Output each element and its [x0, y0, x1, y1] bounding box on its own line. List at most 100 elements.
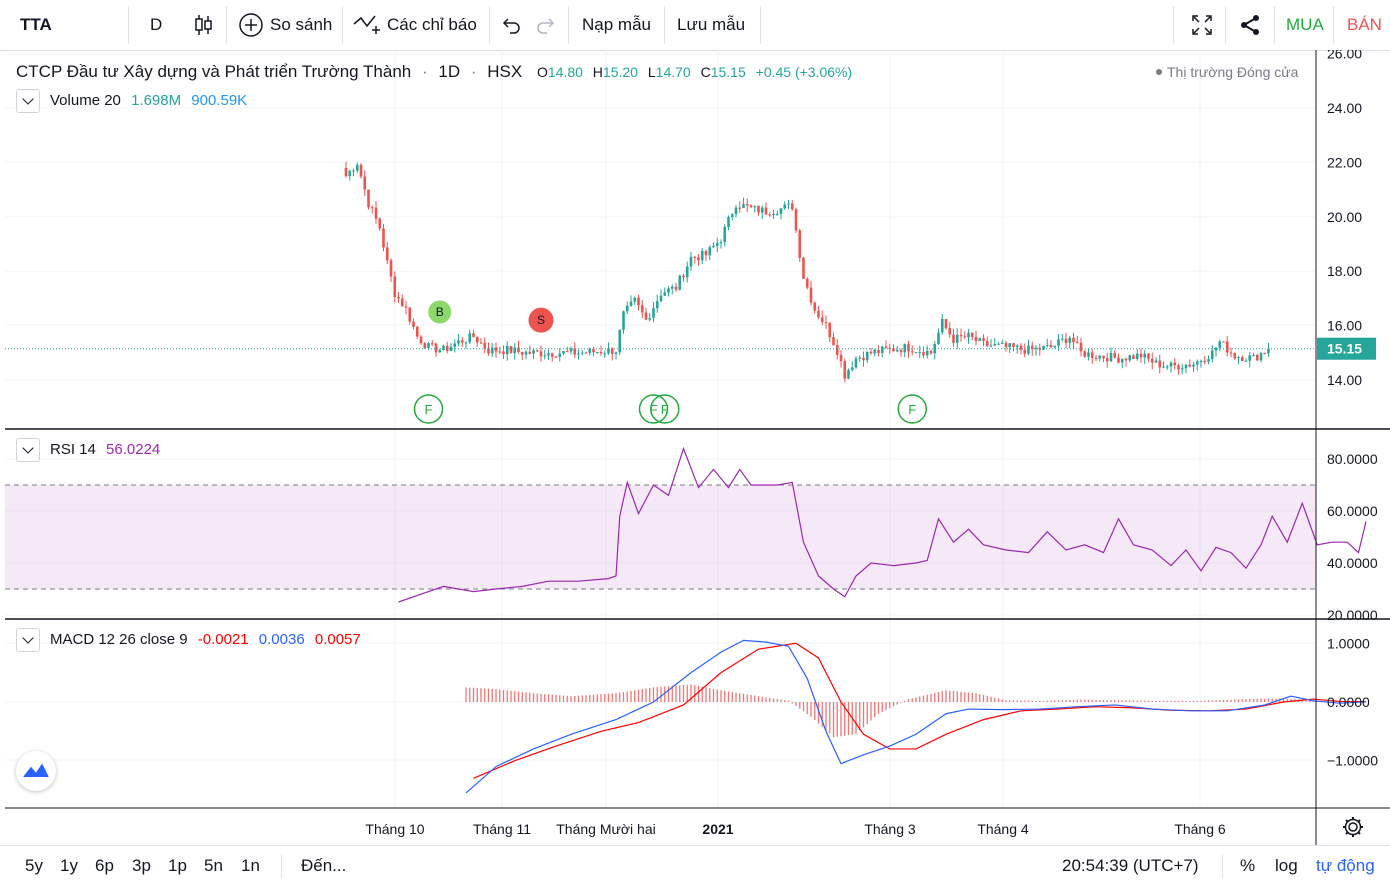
toolbar-divider: [664, 6, 665, 44]
candle-body: [592, 348, 595, 353]
candle-body: [978, 338, 982, 341]
candle-body: [1128, 355, 1132, 361]
buy-button[interactable]: MUA: [1286, 0, 1324, 50]
low-label: L: [647, 64, 656, 80]
sell-button[interactable]: BÁN: [1347, 0, 1382, 50]
main-legend: CTCP Đầu tư Xây dựng và Phát triển Trườn…: [16, 62, 853, 81]
marker-f-label: F: [908, 402, 916, 417]
candle-body: [839, 354, 843, 362]
candle-body: [397, 296, 400, 299]
settings-button[interactable]: [1340, 814, 1366, 845]
tradingview-logo-button[interactable]: [16, 751, 56, 791]
interval-button[interactable]: D: [150, 0, 162, 50]
load-template-button[interactable]: Nạp mẫu: [582, 0, 651, 50]
range-1d[interactable]: 1n: [241, 846, 260, 886]
candle-body: [1244, 360, 1248, 362]
candle-body: [967, 332, 970, 338]
candle-body: [880, 346, 884, 353]
candle-body: [907, 344, 910, 352]
range-1m[interactable]: 1p: [168, 846, 187, 886]
candle-body: [415, 326, 419, 337]
candle-body: [367, 189, 370, 208]
status-dot-icon: [1156, 69, 1162, 75]
percent-toggle[interactable]: %: [1240, 846, 1255, 886]
price-tick-label: 20.00: [1327, 209, 1362, 225]
candle-body: [700, 250, 704, 261]
market-status: Thị trường Đóng cửa: [1156, 64, 1298, 80]
marker-b-label: B: [436, 305, 444, 319]
candle-body: [1248, 355, 1252, 361]
candle-body: [697, 257, 700, 261]
candle-body: [1267, 348, 1270, 354]
macd-collapse-button[interactable]: [16, 628, 40, 652]
candle-body: [1150, 358, 1154, 363]
chart-area[interactable]: BSF F F F 26.0024.0022.0020.0018.0016.0014.…: [0, 50, 1390, 845]
compare-button[interactable]: So sánh: [238, 0, 332, 50]
goto-date-button[interactable]: Đến...: [301, 846, 346, 886]
candle-body: [1094, 357, 1098, 359]
candle-body: [1124, 358, 1128, 361]
candle-body: [1169, 362, 1173, 367]
timeframe-label: 1D: [438, 62, 461, 81]
candle-body: [408, 307, 412, 322]
candle-body: [550, 353, 554, 357]
low-value: 14.70: [655, 64, 691, 80]
range-1y[interactable]: 1y: [60, 846, 78, 886]
candle-body: [539, 351, 543, 357]
candle-body: [674, 286, 678, 290]
redo-button[interactable]: [535, 0, 557, 50]
volume-name: Volume 20: [50, 92, 121, 109]
toolbar-divider: [1225, 6, 1226, 44]
candle-body: [1259, 353, 1263, 361]
candle-body: [1060, 338, 1064, 340]
symbol-search[interactable]: TTA: [20, 0, 52, 50]
price-tick-label: 22.00: [1327, 154, 1362, 170]
candle-body: [708, 247, 712, 256]
candle-body: [1135, 353, 1139, 359]
candle-body: [603, 353, 607, 355]
auto-scale-toggle[interactable]: tự động: [1316, 846, 1375, 886]
candle-body: [423, 343, 427, 349]
macd-name: MACD 12 26 close 9: [50, 631, 188, 648]
candle-body: [955, 334, 959, 343]
chart-type-button[interactable]: [193, 0, 213, 50]
time-tick-label: Tháng 10: [365, 821, 424, 837]
change-value: +0.45 (+3.06%): [755, 64, 853, 80]
candle-body: [1188, 364, 1192, 367]
toolbar-divider: [128, 6, 129, 44]
candle-body: [472, 333, 475, 337]
top-toolbar: TTA D So sánh Các chỉ báo Nạp mẫu Lưu mẫ…: [0, 0, 1390, 51]
range-3m[interactable]: 3p: [132, 846, 151, 886]
candle-body: [1192, 364, 1195, 367]
volume-value: 1.698M: [131, 92, 182, 109]
timezone-clock[interactable]: 20:54:39 (UTC+7): [1062, 846, 1199, 886]
toolbar-divider: [489, 6, 490, 44]
candle-body: [457, 340, 460, 344]
range-5d[interactable]: 5n: [204, 846, 223, 886]
share-button[interactable]: [1238, 0, 1262, 50]
undo-button[interactable]: [500, 0, 522, 50]
candle-body: [1229, 352, 1233, 354]
candle-body: [652, 308, 655, 318]
candle-body: [1072, 337, 1075, 343]
log-toggle[interactable]: log: [1275, 846, 1298, 886]
candle-body: [505, 346, 509, 355]
rsi-collapse-button[interactable]: [16, 438, 40, 462]
time-tick-label: Tháng 6: [1174, 821, 1226, 837]
candle-body: [787, 203, 790, 205]
range-5y[interactable]: 5y: [25, 846, 43, 886]
range-6m[interactable]: 6p: [95, 846, 114, 886]
candle-body: [742, 203, 745, 208]
candle-body: [352, 170, 355, 172]
time-tick-label: 2021: [702, 821, 733, 837]
indicators-button[interactable]: Các chỉ báo: [353, 0, 477, 50]
candle-body: [993, 344, 997, 346]
tradingview-logo-icon: [23, 763, 49, 778]
candle-body: [374, 207, 378, 219]
candle-body: [1098, 355, 1102, 359]
volume-collapse-button[interactable]: [16, 89, 40, 113]
candle-body: [543, 355, 547, 357]
candle-body: [798, 230, 802, 258]
save-template-button[interactable]: Lưu mẫu: [677, 0, 745, 50]
fullscreen-button[interactable]: [1190, 0, 1214, 50]
